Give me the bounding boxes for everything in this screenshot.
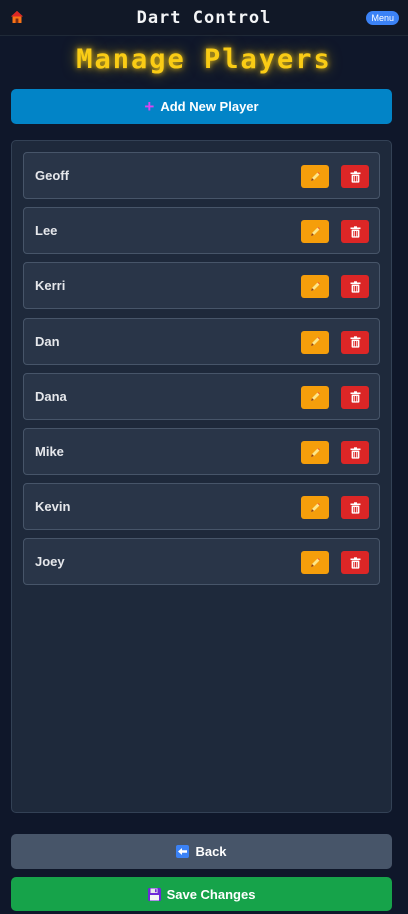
player-row: Joey xyxy=(23,538,380,586)
edit-player-button[interactable] xyxy=(301,220,329,244)
edit-player-button[interactable] xyxy=(301,385,329,409)
pencil-icon xyxy=(309,557,321,569)
pencil-icon xyxy=(309,336,321,348)
back-button[interactable]: Back xyxy=(11,834,392,869)
delete-player-button[interactable] xyxy=(341,441,369,464)
trash-icon xyxy=(350,336,361,348)
page-title: Manage Players xyxy=(76,44,332,75)
player-row: Kevin xyxy=(23,483,380,531)
save-changes-label: Save Changes xyxy=(166,886,256,902)
player-row: Dan xyxy=(23,317,380,365)
add-new-player-label: Add New Player xyxy=(160,99,259,114)
player-row: Lee xyxy=(23,207,380,255)
menu-button[interactable]: Menu xyxy=(366,11,399,25)
delete-player-button[interactable] xyxy=(341,330,369,354)
app-title: Dart Control xyxy=(136,8,272,28)
delete-player-button[interactable] xyxy=(341,385,369,409)
edit-player-button[interactable] xyxy=(301,275,329,299)
edit-player-button[interactable] xyxy=(301,165,329,188)
pencil-icon xyxy=(309,171,321,183)
pencil-icon xyxy=(309,226,321,238)
trash-icon xyxy=(350,501,361,514)
trash-icon xyxy=(350,281,361,293)
pencil-icon xyxy=(309,281,321,293)
player-name: Kerri xyxy=(35,278,66,294)
trash-icon xyxy=(350,225,361,238)
edit-player-button[interactable] xyxy=(301,441,329,464)
floppy-disk-icon xyxy=(147,887,161,901)
pencil-icon xyxy=(309,391,321,403)
edit-player-button[interactable] xyxy=(301,551,329,575)
delete-player-button[interactable] xyxy=(341,496,369,520)
edit-player-button[interactable] xyxy=(301,330,329,354)
player-name: Kevin xyxy=(35,499,71,515)
delete-player-button[interactable] xyxy=(341,551,369,575)
trash-icon xyxy=(350,391,361,403)
delete-player-button[interactable] xyxy=(341,165,369,188)
back-label: Back xyxy=(195,844,227,859)
player-name: Dan xyxy=(35,333,60,349)
pencil-icon xyxy=(309,447,321,459)
player-row: Kerri xyxy=(23,262,380,310)
delete-player-button[interactable] xyxy=(341,220,369,244)
player-row: Geoff xyxy=(23,152,380,199)
player-name: Lee xyxy=(35,223,58,239)
back-arrow-icon xyxy=(176,845,190,858)
trash-icon xyxy=(350,446,361,459)
player-name: Joey xyxy=(35,554,65,570)
trash-icon xyxy=(350,557,361,569)
player-row: Mike xyxy=(23,428,380,475)
player-list: Geoff Lee Kerri Dan Dana Mike Kevin Joey xyxy=(11,140,392,813)
trash-icon xyxy=(350,170,361,183)
add-new-player-button[interactable]: + Add New Player xyxy=(11,89,392,124)
plus-icon: + xyxy=(144,97,155,116)
edit-player-button[interactable] xyxy=(301,496,329,520)
player-name: Geoff xyxy=(35,168,69,183)
player-name: Dana xyxy=(35,388,67,404)
pencil-icon xyxy=(309,502,321,514)
delete-player-button[interactable] xyxy=(341,275,369,299)
app-header: Dart Control Menu xyxy=(0,0,408,36)
player-name: Mike xyxy=(35,444,64,459)
save-changes-button[interactable]: Save Changes xyxy=(11,877,392,911)
player-row: Dana xyxy=(23,372,380,420)
